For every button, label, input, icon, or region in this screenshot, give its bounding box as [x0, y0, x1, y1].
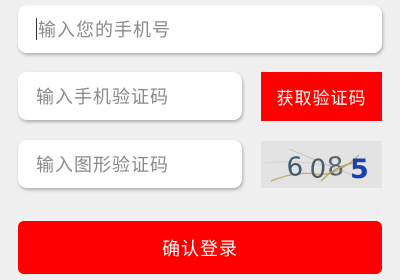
sms-code-input-placeholder: 输入手机验证码 — [36, 87, 169, 108]
captcha-digit-2: 0 — [309, 154, 328, 185]
phone-input[interactable]: 输入您的手机号 — [18, 5, 382, 53]
confirm-login-label: 确认登录 — [162, 238, 238, 260]
phone-input-placeholder: 输入您的手机号 — [38, 20, 171, 41]
captcha-svg: 6 0 8 5 — [261, 141, 382, 188]
get-sms-code-label: 获取验证码 — [276, 89, 367, 109]
image-code-input[interactable]: 输入图形验证码 — [18, 140, 242, 188]
image-code-input-placeholder: 输入图形验证码 — [36, 155, 169, 176]
captcha-digit-1: 6 — [286, 152, 304, 183]
sms-code-input[interactable]: 输入手机验证码 — [18, 72, 242, 120]
captcha-image[interactable]: 6 0 8 5 — [261, 141, 382, 188]
text-cursor — [36, 18, 37, 40]
captcha-digit-4: 5 — [350, 154, 369, 185]
captcha-digit-3: 8 — [326, 152, 345, 183]
get-sms-code-button[interactable]: 获取验证码 — [261, 72, 382, 121]
confirm-login-button[interactable]: 确认登录 — [18, 221, 382, 274]
